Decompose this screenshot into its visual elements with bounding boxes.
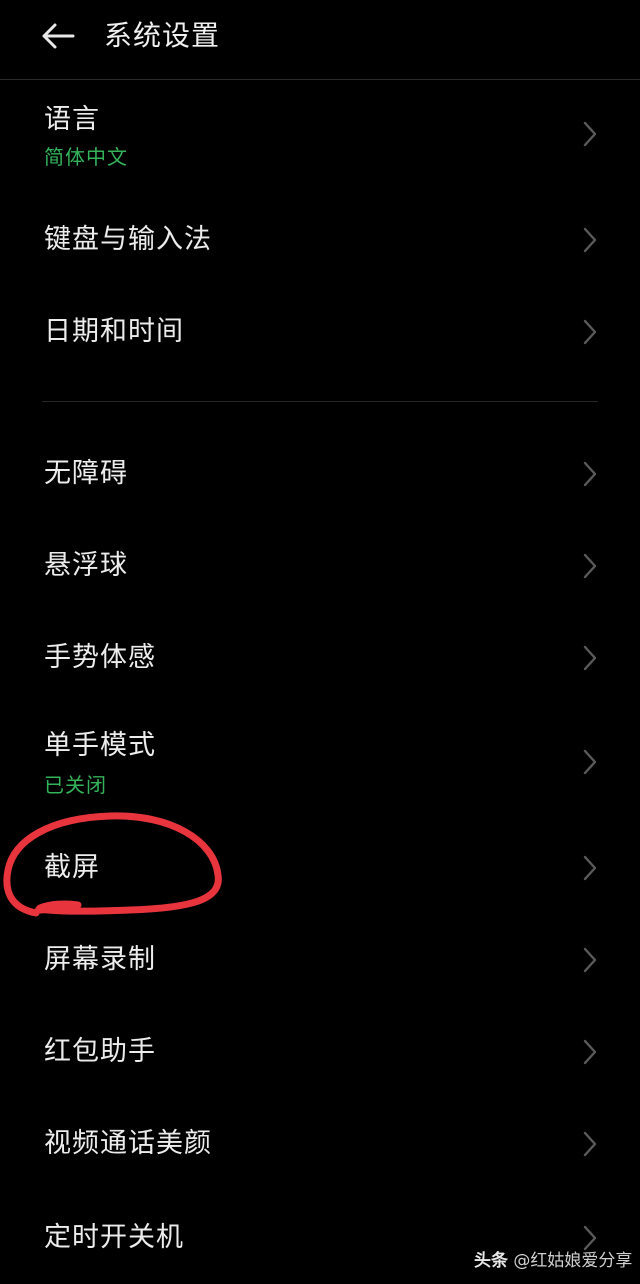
system-settings-screen: 系统设置 语言 简体中文 键盘与输入法 日期和时间 无障碍 悬浮球 手势体感 单…	[0, 0, 640, 1284]
settings-item-label: 屏幕录制	[44, 944, 156, 975]
chevron-right-icon	[583, 553, 597, 579]
settings-item-label: 手势体感	[44, 642, 156, 673]
settings-item-accessibility[interactable]: 无障碍	[0, 428, 640, 520]
chevron-right-icon	[583, 1225, 597, 1251]
settings-item-label: 定时开关机	[44, 1222, 184, 1253]
settings-item-gestures[interactable]: 手势体感	[0, 612, 640, 704]
chevron-right-icon	[583, 1039, 597, 1065]
settings-item-label: 键盘与输入法	[44, 224, 212, 255]
section-divider	[42, 401, 598, 402]
settings-item-screenshot[interactable]: 截屏	[0, 822, 640, 914]
settings-item-label: 语言	[44, 104, 100, 135]
settings-item-label: 无障碍	[44, 458, 128, 489]
chevron-right-icon	[583, 645, 597, 671]
settings-item-language[interactable]: 语言 简体中文	[0, 82, 640, 182]
watermark: 头条 @红姑娘爱分享	[474, 1249, 632, 1273]
settings-item-label: 单手模式	[44, 730, 156, 761]
settings-item-label: 日期和时间	[44, 316, 184, 347]
top-bar: 系统设置	[0, 0, 640, 80]
settings-item-label: 视频通话美颜	[44, 1128, 212, 1159]
settings-item-one-hand-mode[interactable]: 单手模式 已关闭	[0, 708, 640, 812]
chevron-right-icon	[583, 855, 597, 881]
back-button[interactable]	[36, 18, 80, 54]
watermark-handle: @红姑娘爱分享	[513, 1251, 633, 1271]
chevron-right-icon	[583, 319, 597, 345]
settings-item-video-beauty[interactable]: 视频通话美颜	[0, 1098, 640, 1190]
settings-item-label: 红包助手	[44, 1036, 156, 1067]
settings-item-screen-recording[interactable]: 屏幕录制	[0, 914, 640, 1006]
page-title: 系统设置	[104, 19, 221, 52]
settings-item-floating-ball[interactable]: 悬浮球	[0, 520, 640, 612]
settings-item-datetime[interactable]: 日期和时间	[0, 286, 640, 378]
chevron-right-icon	[583, 121, 597, 147]
chevron-right-icon	[583, 227, 597, 253]
chevron-right-icon	[583, 461, 597, 487]
settings-item-value: 简体中文	[44, 145, 128, 169]
arrow-left-icon	[42, 23, 75, 49]
settings-item-value: 已关闭	[44, 773, 107, 797]
settings-item-label: 悬浮球	[44, 550, 128, 581]
chevron-right-icon	[583, 947, 597, 973]
watermark-brand: 头条	[474, 1251, 508, 1271]
chevron-right-icon	[583, 1131, 597, 1157]
settings-item-label: 截屏	[44, 852, 100, 883]
settings-item-red-packet[interactable]: 红包助手	[0, 1006, 640, 1098]
settings-item-keyboard[interactable]: 键盘与输入法	[0, 194, 640, 286]
chevron-right-icon	[583, 749, 597, 775]
